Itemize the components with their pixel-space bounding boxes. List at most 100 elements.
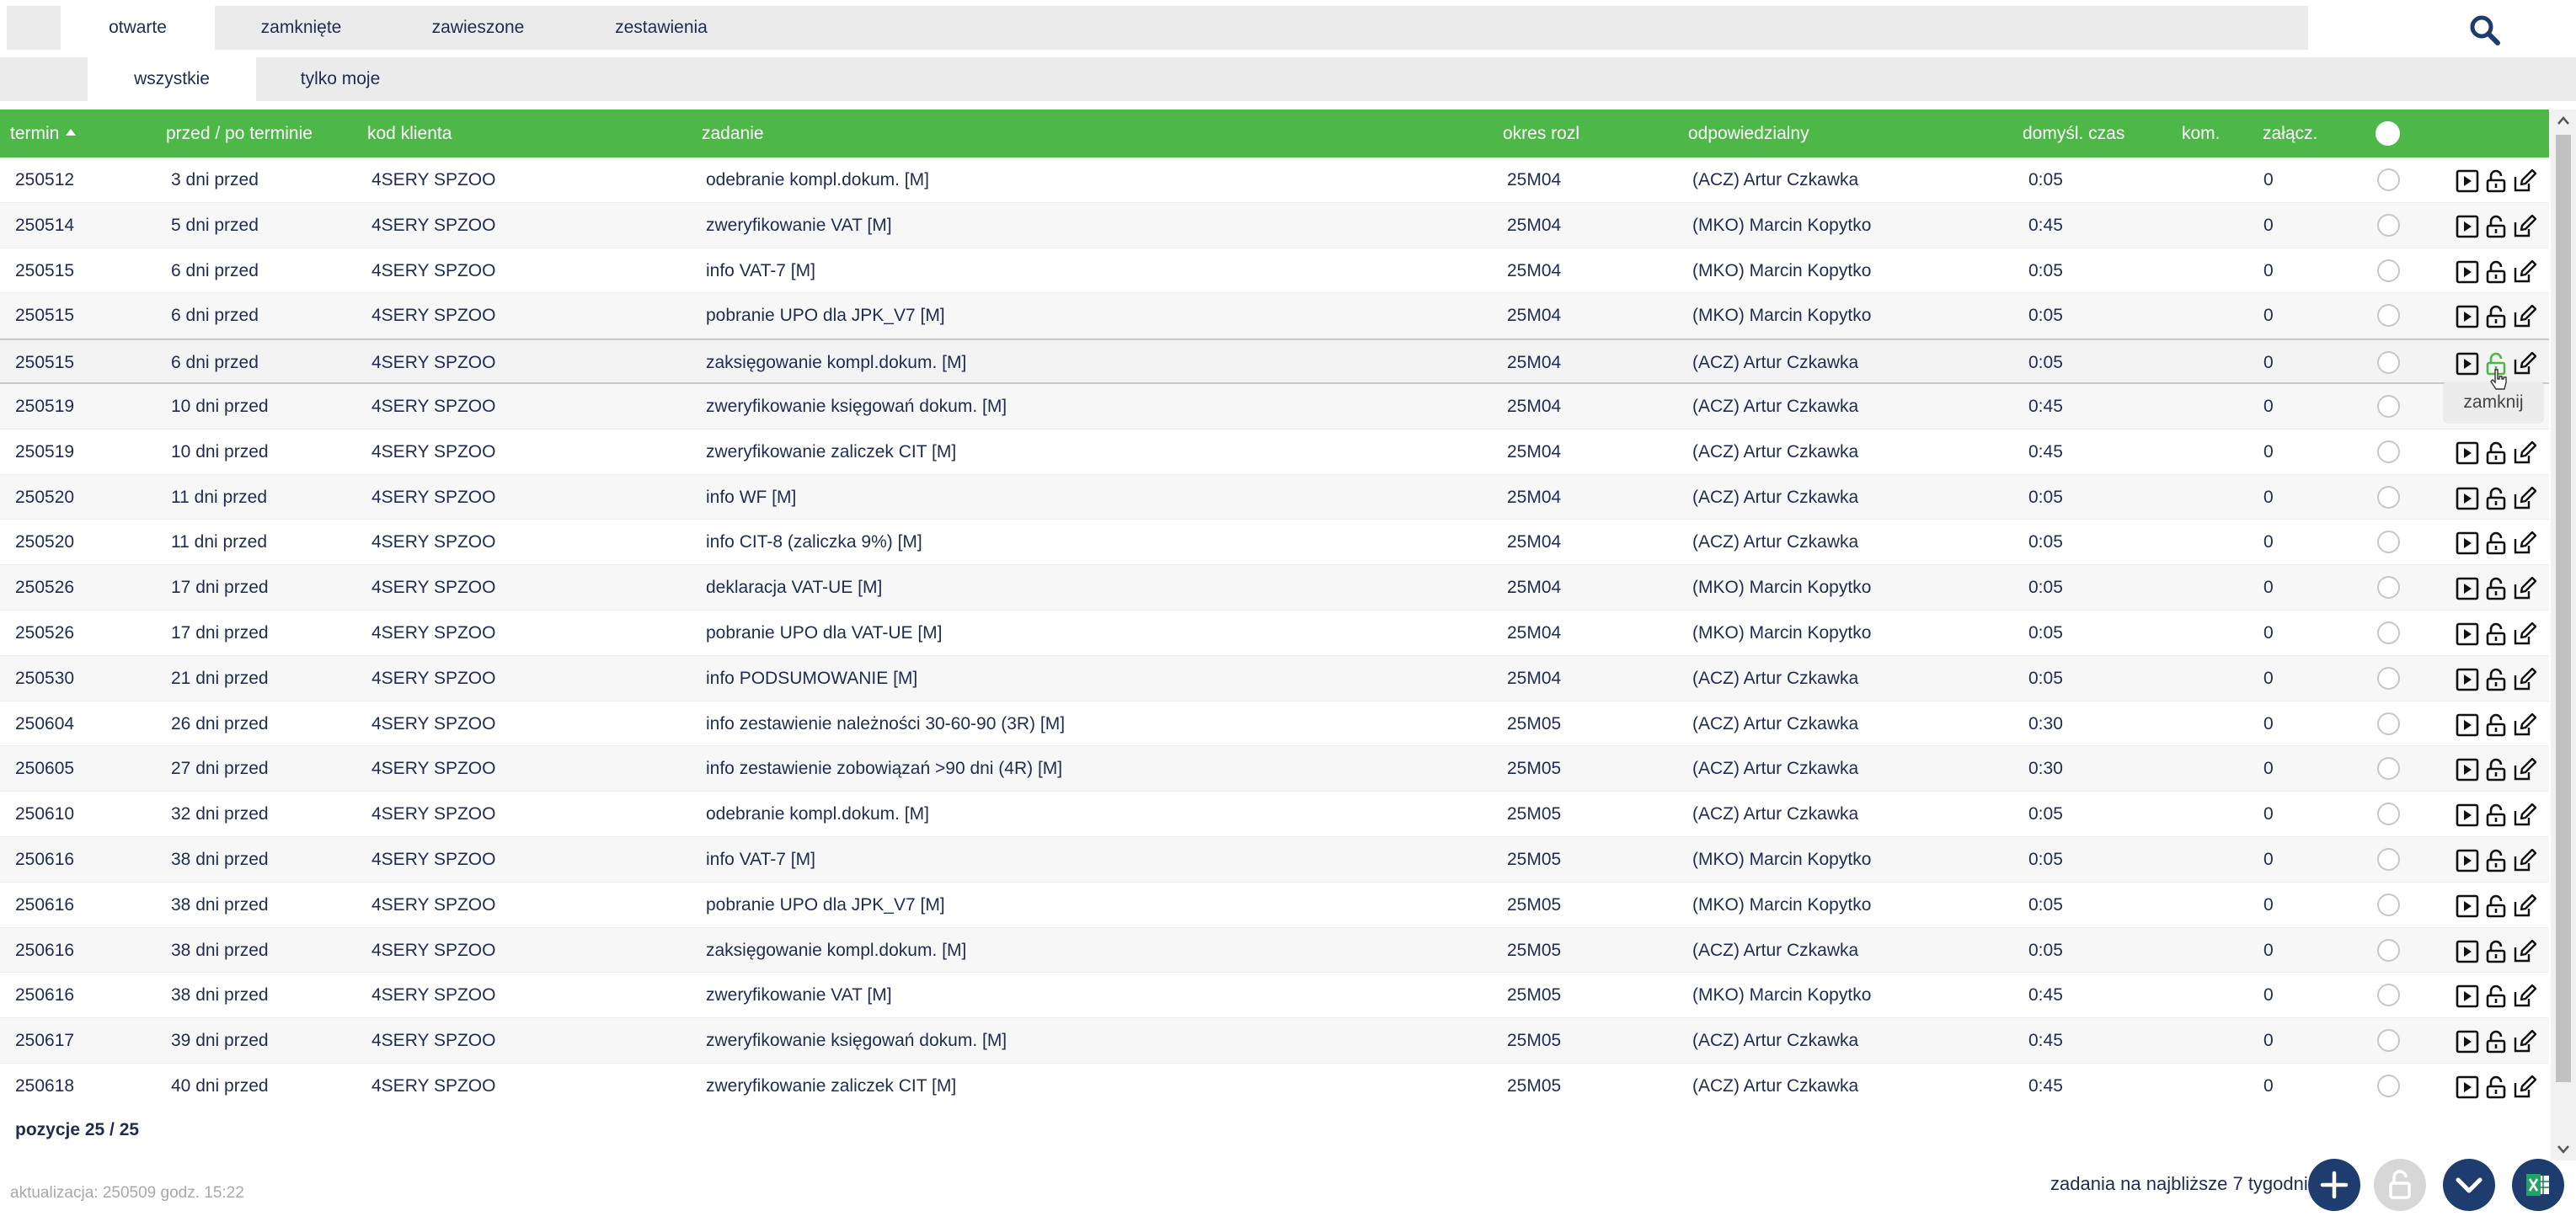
edit-icon[interactable] (2513, 577, 2536, 600)
edit-icon[interactable] (2513, 894, 2536, 918)
header-zalacz[interactable]: załącz. (2263, 109, 2317, 157)
row-select-radio[interactable] (2377, 757, 2400, 781)
play-icon[interactable] (2456, 577, 2479, 600)
edit-icon[interactable] (2513, 622, 2536, 646)
play-icon[interactable] (2456, 1030, 2479, 1054)
edit-icon[interactable] (2513, 531, 2536, 555)
row-select-radio[interactable] (2377, 304, 2400, 328)
lock-open-icon[interactable] (2484, 487, 2508, 510)
row-select-radio[interactable] (2377, 531, 2400, 554)
play-icon[interactable] (2456, 984, 2479, 1008)
play-icon[interactable] (2456, 849, 2479, 872)
edit-icon[interactable] (2513, 259, 2536, 284)
table-row[interactable]: 250604 26 dni przed 4SERY SPZOO info zestaw… (0, 702, 2549, 747)
row-select-radio[interactable] (2377, 351, 2400, 375)
play-icon[interactable] (2456, 305, 2479, 328)
table-row[interactable]: 250616 38 dni przed 4SERY SPZOO pobranie UP… (0, 883, 2549, 928)
table-row[interactable]: 250514 5 dni przed 4SERY SPZOO zweryfikowan… (0, 202, 2549, 248)
lock-open-icon[interactable] (2484, 260, 2508, 284)
header-odpowiedzialny[interactable]: odpowiedzialny (1688, 109, 1809, 157)
row-select-radio[interactable] (2377, 938, 2400, 962)
header-przed-po-terminie[interactable]: przed / po terminie (166, 109, 313, 157)
lock-open-icon[interactable] (2484, 622, 2508, 646)
lock-open-icon[interactable] (2484, 441, 2508, 465)
edit-icon[interactable] (2513, 1075, 2536, 1099)
edit-icon[interactable] (2513, 712, 2536, 737)
row-select-radio[interactable] (2377, 847, 2400, 871)
lock-open-icon[interactable] (2484, 1030, 2508, 1054)
scroll-down-icon[interactable] (2551, 1139, 2576, 1160)
edit-icon[interactable] (2513, 305, 2536, 328)
play-icon[interactable] (2456, 668, 2479, 691)
play-icon[interactable] (2456, 622, 2479, 646)
row-select-radio[interactable] (2377, 712, 2400, 735)
play-icon[interactable] (2456, 894, 2479, 918)
table-row[interactable]: 250526 17 dni przed 4SERY SPZOO deklaracja … (0, 565, 2549, 611)
play-icon[interactable] (2456, 713, 2479, 737)
row-select-radio[interactable] (2377, 213, 2400, 237)
header-okres-rozl[interactable]: okres rozl (1503, 109, 1579, 157)
lock-open-icon[interactable] (2484, 803, 2508, 827)
row-select-radio[interactable] (2377, 259, 2400, 282)
scroll-up-icon[interactable] (2551, 109, 2576, 131)
table-row[interactable]: 250512 3 dni przed 4SERY SPZOO odebranie ko… (0, 157, 2549, 203)
play-icon[interactable] (2456, 169, 2479, 193)
table-row[interactable]: 250519 10 dni przed 4SERY SPZOO zweryfikowa… (0, 429, 2549, 475)
select-all-radio[interactable] (2376, 121, 2400, 146)
edit-icon[interactable] (2513, 486, 2536, 510)
header-domysl-czas[interactable]: domyśl. czas (2023, 109, 2124, 157)
table-row[interactable]: 250530 21 dni przed 4SERY SPZOO info PODSUM… (0, 655, 2549, 702)
header-termin[interactable]: termin (10, 109, 77, 157)
lock-open-icon[interactable] (2484, 305, 2508, 328)
row-select-radio[interactable] (2377, 984, 2400, 1007)
row-select-radio[interactable] (2377, 394, 2400, 418)
tab-zamkniete[interactable]: zamknięte (215, 6, 387, 50)
play-icon[interactable] (2456, 1075, 2479, 1099)
play-icon[interactable] (2456, 940, 2479, 963)
row-select-radio[interactable] (2377, 893, 2400, 916)
lock-open-icon[interactable] (2484, 713, 2508, 737)
table-row[interactable]: 250618 40 dni przed 4SERY SPZOO zweryfikowa… (0, 1064, 2549, 1102)
lock-open-icon[interactable] (2484, 849, 2508, 872)
search-button[interactable] (2466, 12, 2504, 49)
lock-open-icon[interactable] (2484, 531, 2508, 555)
edit-icon[interactable] (2513, 169, 2536, 193)
lock-open-icon[interactable] (2484, 169, 2508, 193)
row-select-radio[interactable] (2377, 168, 2400, 191)
lock-open-icon[interactable] (2484, 894, 2508, 918)
row-select-radio[interactable] (2377, 621, 2400, 644)
edit-icon[interactable] (2513, 758, 2536, 782)
lock-open-icon[interactable] (2484, 668, 2508, 691)
table-row[interactable]: 250610 32 dni przed 4SERY SPZOO odebranie k… (0, 792, 2549, 837)
lock-open-icon[interactable] (2484, 984, 2508, 1008)
add-task-button[interactable] (2308, 1159, 2360, 1211)
export-excel-button[interactable] (2512, 1159, 2564, 1211)
table-row[interactable]: 250605 27 dni przed 4SERY SPZOO info zestaw… (0, 746, 2549, 792)
scroll-thumb[interactable] (2556, 135, 2571, 1082)
table-row[interactable]: 250616 38 dni przed 4SERY SPZOO info VAT-7 … (0, 836, 2549, 883)
table-row[interactable]: 250515 6 dni przed 4SERY SPZOO pobranie UPO… (0, 293, 2549, 339)
row-select-radio[interactable] (2377, 485, 2400, 509)
play-icon[interactable] (2456, 487, 2479, 510)
table-row[interactable]: 250616 38 dni przed 4SERY SPZOO zaksięgowan… (0, 927, 2549, 974)
play-icon[interactable] (2456, 758, 2479, 782)
edit-icon[interactable] (2513, 440, 2536, 465)
header-zadanie[interactable]: zadanie (702, 109, 764, 157)
header-kom[interactable]: kom. (2182, 109, 2221, 157)
row-select-radio[interactable] (2377, 803, 2400, 826)
expand-button[interactable] (2443, 1159, 2495, 1211)
edit-icon[interactable] (2513, 352, 2536, 376)
lock-open-icon[interactable] (2484, 758, 2508, 782)
vertical-scrollbar[interactable] (2551, 109, 2576, 1160)
play-icon[interactable] (2456, 215, 2479, 238)
play-icon[interactable] (2456, 352, 2479, 376)
edit-icon[interactable] (2513, 984, 2536, 1008)
row-select-radio[interactable] (2377, 576, 2400, 600)
table-row[interactable]: 250520 11 dni przed 4SERY SPZOO info CIT-8 … (0, 520, 2549, 566)
row-select-radio[interactable] (2377, 1029, 2400, 1053)
edit-icon[interactable] (2513, 214, 2536, 238)
edit-icon[interactable] (2513, 1030, 2536, 1054)
row-select-radio[interactable] (2377, 1074, 2400, 1097)
tab-otwarte[interactable]: otwarte (61, 6, 215, 50)
play-icon[interactable] (2456, 531, 2479, 555)
